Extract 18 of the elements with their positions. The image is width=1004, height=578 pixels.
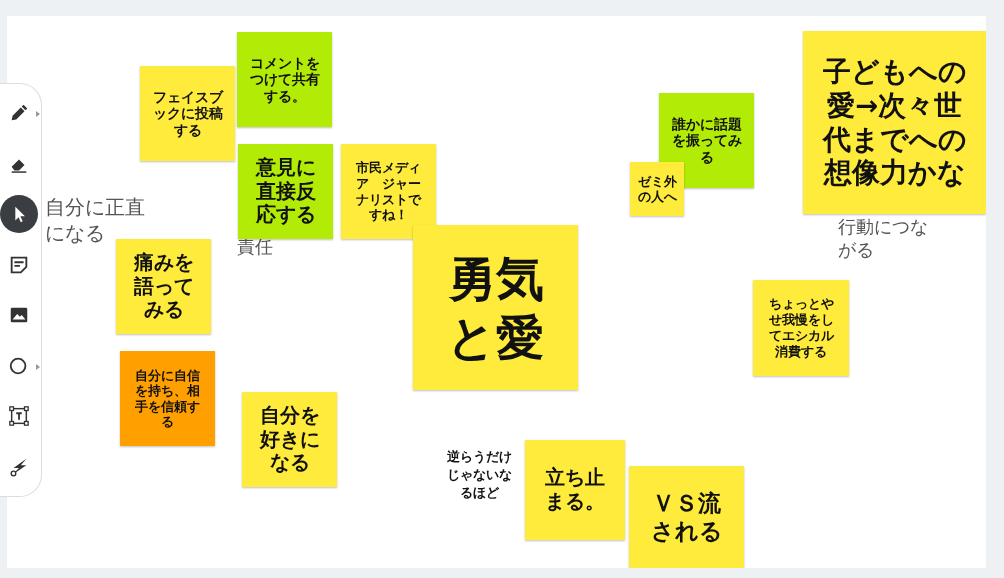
whiteboard-canvas[interactable] <box>7 16 986 568</box>
sticky-note[interactable]: 子どもへの愛→次々世代までへの想像力かな <box>803 31 986 214</box>
sticky-note[interactable]: 痛みを語ってみる <box>116 239 211 334</box>
sticky-note[interactable]: 意見に直接反応する <box>238 144 333 239</box>
sticky-note[interactable]: 自分に自信を持ち、相手を信頼する <box>120 351 215 446</box>
select-tool[interactable] <box>0 195 38 234</box>
sticky-note[interactable]: 市民メディア ジャーナリストですね！ <box>341 144 436 239</box>
sticky-note[interactable]: ちょっとやせ我慢をしてエシカル消費する <box>753 280 849 376</box>
sticky-note[interactable]: 自分を好きになる <box>242 392 337 487</box>
sticky-note[interactable]: ゼミ外の人へ <box>630 162 684 216</box>
text-label: 逆らうだけじゃないなるほど <box>445 448 513 503</box>
sticky-note[interactable]: フェイスブックに投稿する <box>140 66 235 161</box>
sticky-note[interactable]: 立ち止まる。 <box>525 440 625 540</box>
sticky-note[interactable]: 勇気と愛 <box>413 225 578 390</box>
text-label: 行動につながる <box>838 215 929 262</box>
sticky-note[interactable]: コメントをつけて共有する。 <box>237 32 332 127</box>
text-box-icon <box>7 405 30 428</box>
sticky-note[interactable]: ＶＳ流される <box>629 466 744 568</box>
